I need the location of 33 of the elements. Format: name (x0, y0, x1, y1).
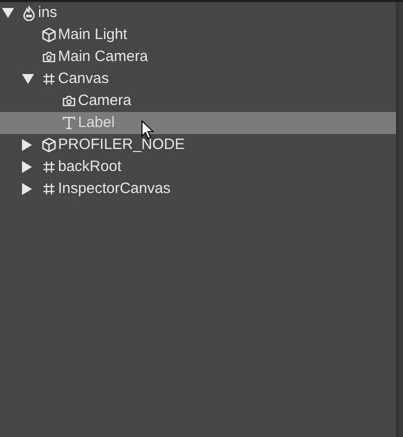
frame-icon (42, 183, 54, 195)
tree-item[interactable]: ins (0, 2, 396, 24)
tree-item[interactable]: PROFILER_NODE (0, 134, 396, 156)
cube-icon (40, 27, 56, 43)
item-label: Main Camera (58, 46, 148, 67)
collapse-arrow-icon[interactable] (2, 8, 14, 18)
camera-icon (42, 51, 56, 63)
frame-icon (42, 161, 54, 173)
frame-icon (42, 73, 54, 85)
collapse-arrow-icon[interactable] (22, 74, 34, 84)
item-label: ins (38, 2, 58, 23)
tree-item[interactable]: Main Camera (0, 46, 396, 68)
tree-item[interactable]: Canvas (0, 68, 396, 90)
tree-item[interactable]: Main Light (0, 24, 396, 46)
item-label: Canvas (58, 68, 109, 89)
item-label: PROFILER_NODE (58, 134, 185, 155)
item-label: Camera (78, 90, 132, 111)
item-label: backRoot (58, 156, 122, 177)
item-label: InspectorCanvas (58, 178, 171, 199)
scrollbar-track[interactable] (396, 2, 403, 437)
tree-item[interactable]: backRoot (0, 156, 396, 178)
tree-item[interactable]: Camera (0, 90, 396, 112)
item-label: Main Light (58, 24, 128, 45)
tree-item[interactable]: InspectorCanvas (0, 178, 396, 200)
item-label: Label (78, 112, 115, 133)
expand-arrow-icon[interactable] (22, 183, 32, 195)
flame-icon (22, 6, 36, 20)
mouse-cursor-icon (141, 120, 154, 140)
expand-arrow-icon[interactable] (22, 161, 32, 173)
cube-icon (40, 137, 56, 153)
camera-icon (62, 95, 76, 107)
text-icon (62, 116, 76, 130)
expand-arrow-icon[interactable] (22, 139, 32, 151)
